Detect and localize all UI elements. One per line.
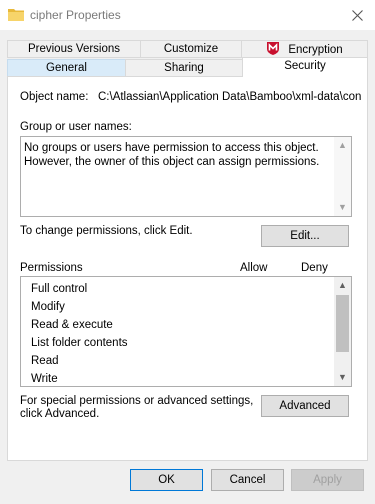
permissions-scrollbar[interactable]: ▲ ▼ — [334, 277, 351, 386]
close-button[interactable] — [339, 0, 375, 30]
cancel-button[interactable]: Cancel — [211, 469, 284, 491]
permission-row: Read — [31, 355, 59, 367]
change-permissions-text: To change permissions, click Edit. — [20, 225, 193, 237]
close-icon — [351, 9, 363, 21]
object-name-value: C:\Atlassian\Application Data\Bamboo\xml… — [98, 91, 362, 103]
scroll-thumb[interactable] — [336, 295, 349, 352]
group-label: Group or user names: — [20, 121, 132, 133]
title-bar: cipher Properties — [0, 0, 375, 30]
deny-header: Deny — [301, 262, 328, 274]
permission-row: Write — [31, 373, 58, 385]
group-scrollbar[interactable]: ▲ ▼ — [334, 137, 351, 216]
group-list[interactable]: No groups or users have permission to ac… — [20, 136, 352, 217]
tab-label: Security — [284, 60, 326, 72]
edit-button[interactable]: Edit... — [261, 225, 349, 247]
advanced-button[interactable]: Advanced — [261, 395, 349, 417]
security-panel: Object name: C:\Atlassian\Application Da… — [7, 76, 368, 461]
special-permissions-text: For special permissions or advanced sett… — [20, 395, 253, 421]
tab-customize[interactable]: Customize — [140, 40, 242, 58]
tab-security[interactable]: Security — [242, 57, 368, 77]
group-message-line: However, the owner of this object can as… — [24, 156, 320, 168]
tab-encryption[interactable]: Encryption — [241, 40, 368, 58]
tab-label: Previous Versions — [27, 43, 121, 55]
window-title: cipher Properties — [30, 8, 121, 22]
scroll-down-icon[interactable]: ▼ — [334, 199, 351, 216]
permission-row: List folder contents — [31, 337, 128, 349]
tab-label: General — [46, 62, 87, 74]
tab-label: Customize — [163, 43, 219, 55]
object-name-label: Object name: — [20, 91, 89, 103]
folder-icon — [8, 9, 24, 21]
scroll-down-icon[interactable]: ▼ — [334, 369, 351, 386]
tab-sharing[interactable]: Sharing — [125, 59, 243, 77]
permission-row: Modify — [31, 301, 65, 313]
permission-row: Full control — [31, 283, 88, 295]
mcafee-shield-icon — [267, 42, 280, 55]
ok-button[interactable]: OK — [130, 469, 203, 491]
tab-general[interactable]: General — [7, 59, 126, 77]
group-message-line: No groups or users have permission to ac… — [24, 142, 319, 154]
permission-row: Read & execute — [31, 319, 113, 331]
special-text-line: For special permissions or advanced sett… — [20, 395, 254, 407]
tab-previous-versions[interactable]: Previous Versions — [7, 40, 141, 58]
tab-label: Sharing — [164, 62, 204, 74]
tab-label: Encryption — [288, 44, 343, 56]
permissions-list[interactable]: Full control Modify Read & execute List … — [20, 276, 352, 387]
apply-button[interactable]: Apply — [291, 469, 364, 491]
scroll-up-icon[interactable]: ▲ — [334, 137, 351, 154]
permissions-label: Permissions — [20, 262, 83, 274]
allow-header: Allow — [240, 262, 268, 274]
special-text-line: click Advanced. — [20, 408, 100, 420]
scroll-up-icon[interactable]: ▲ — [334, 277, 351, 294]
